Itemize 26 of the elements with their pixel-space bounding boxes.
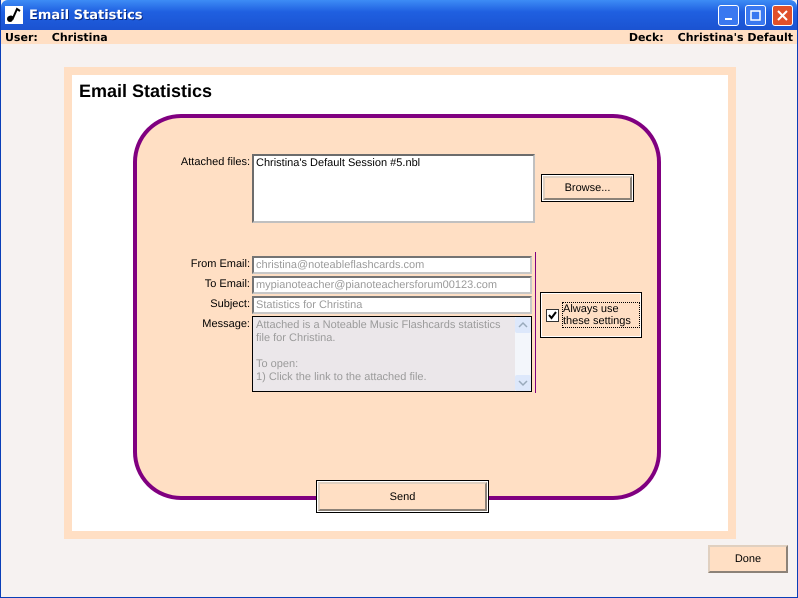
music-note-icon (5, 6, 23, 24)
deck-name: Christina's Default (678, 30, 793, 44)
window-title: Email Statistics (29, 8, 144, 22)
user-label: User: (5, 30, 38, 44)
maximize-icon (750, 10, 761, 20)
user-name: Christina (52, 30, 108, 44)
close-button[interactable] (772, 4, 793, 26)
deck-label: Deck: (628, 30, 664, 44)
always-use-checkbox[interactable]: Always use these settings (542, 294, 640, 336)
field-label: To Email: (204, 277, 250, 290)
check-icon (548, 310, 557, 320)
browse-button[interactable]: Browse... (543, 176, 632, 200)
checkbox[interactable] (546, 308, 559, 322)
minimize-button[interactable] (718, 4, 739, 26)
field-label: Subject: (209, 297, 250, 310)
field-label: Message: (201, 317, 250, 330)
file-item[interactable]: Christina's Default Session #5.nbl (256, 157, 531, 169)
done-button[interactable]: Done (708, 545, 788, 573)
field-label: From Email: (190, 257, 250, 270)
maximize-button[interactable] (745, 4, 766, 26)
send-button[interactable]: Send (318, 482, 487, 511)
field-label: Attached files: (180, 155, 250, 168)
close-icon (777, 10, 788, 20)
page-heading: Email Statistics (79, 81, 214, 102)
attached-files-list[interactable]: Christina's Default Session #5.nbl (252, 154, 535, 223)
minimize-icon (725, 18, 732, 20)
